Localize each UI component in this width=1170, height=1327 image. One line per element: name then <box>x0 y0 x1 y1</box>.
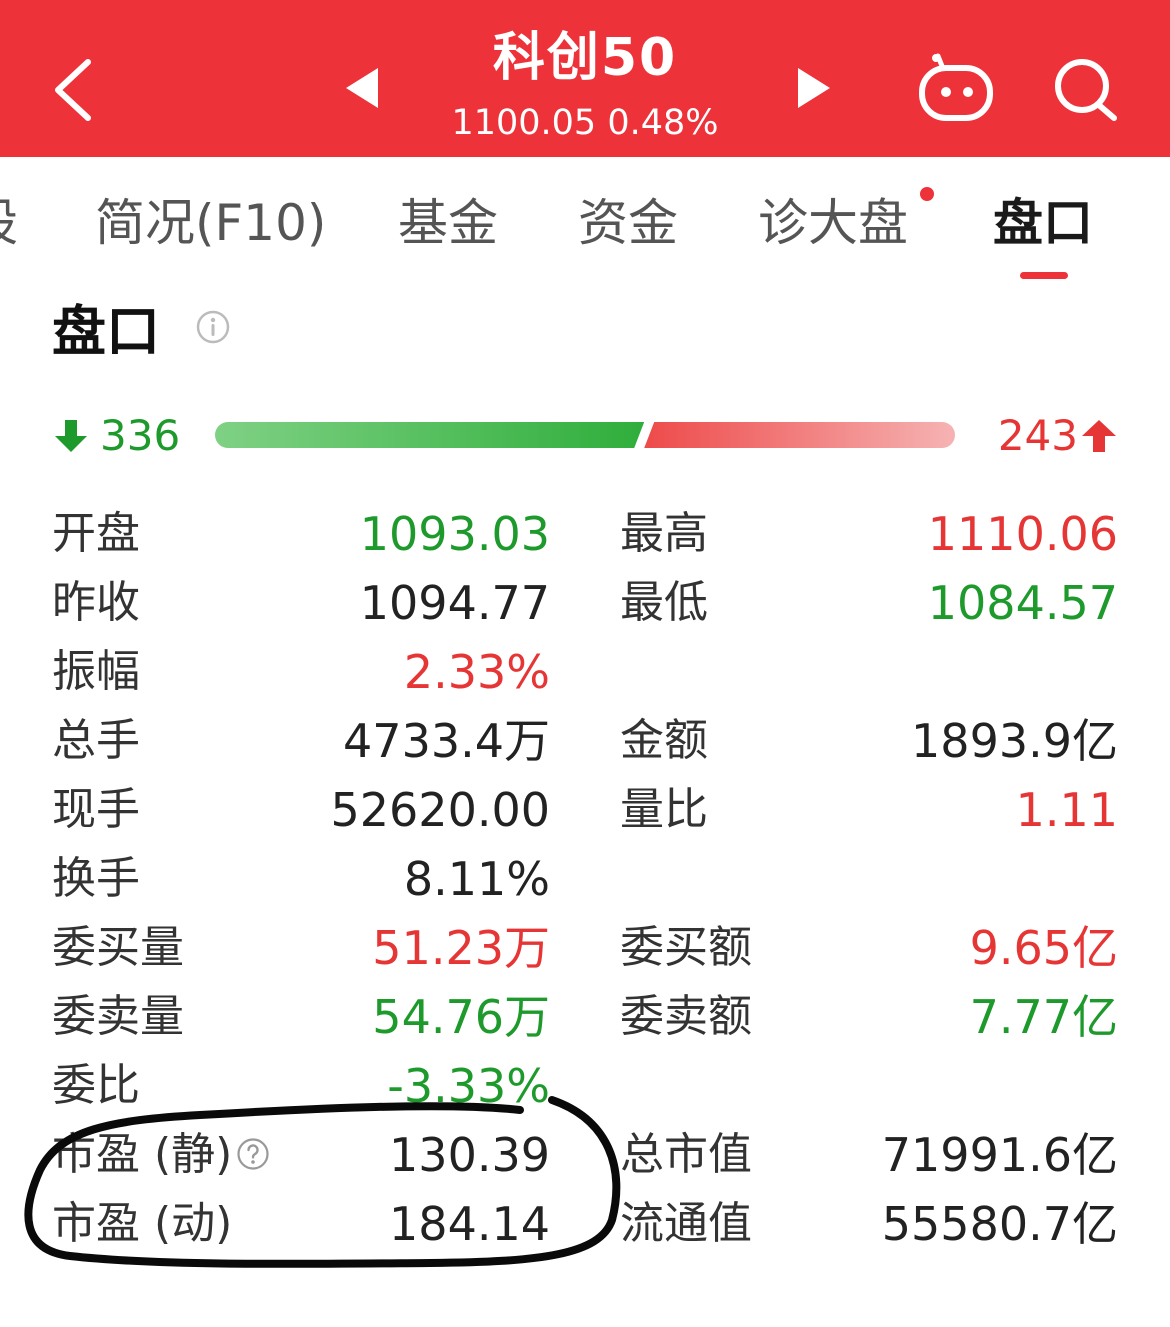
high-label: 最高 <box>620 508 708 559</box>
tab-fund[interactable]: 基金 <box>398 192 498 254</box>
quote-stats-table: 开盘 1093.03 最高 1110.06 昨收 1094.77 最低 1084… <box>0 500 1170 1259</box>
ask-volume-label: 委卖量 <box>52 991 184 1042</box>
stats-row: 市盈 (动) 184.14 流通值 55580.7亿 <box>0 1190 1170 1259</box>
prev-close-label: 昨收 <box>52 577 140 628</box>
low-value: 1084.57 <box>927 576 1118 630</box>
open-label: 开盘 <box>52 508 140 559</box>
tab-stock[interactable]: 股 <box>0 192 18 254</box>
index-price-change: 1100.05 0.48% <box>451 103 719 143</box>
market-cap-label: 总市值 <box>620 1129 752 1180</box>
float-cap-value: 55580.7亿 <box>881 1197 1118 1251</box>
order-ratio-value: -3.33% <box>387 1059 550 1113</box>
stats-row: 总手 4733.4万 金额 1893.9亿 <box>0 707 1170 776</box>
current-volume-value: 52620.00 <box>330 783 551 837</box>
search-icon[interactable] <box>1052 54 1120 126</box>
pe-static-label: 市盈 (静) <box>52 1129 233 1180</box>
current-volume-label: 现手 <box>52 784 140 835</box>
stats-row: 昨收 1094.77 最低 1084.57 <box>0 569 1170 638</box>
amplitude-value: 2.33% <box>403 645 550 699</box>
tab-capital[interactable]: 资金 <box>578 192 678 254</box>
stats-row: 开盘 1093.03 最高 1110.06 <box>0 500 1170 569</box>
market-cap-value: 71991.6亿 <box>881 1128 1118 1182</box>
robot-assistant-icon[interactable] <box>916 52 996 124</box>
section-title: 盘口 <box>52 300 160 363</box>
float-cap-label: 流通值 <box>620 1198 752 1249</box>
stats-row: 委买量 51.23万 委买额 9.65亿 <box>0 914 1170 983</box>
stats-row: 换手 8.11% <box>0 845 1170 914</box>
volume-label: 总手 <box>52 715 140 766</box>
next-index-icon[interactable] <box>790 62 838 114</box>
ask-amount-value: 7.77亿 <box>969 990 1118 1044</box>
back-arrow-icon[interactable] <box>40 50 110 130</box>
stats-row: 现手 52620.00 量比 1.11 <box>0 776 1170 845</box>
amount-value: 1893.9亿 <box>911 714 1118 768</box>
volume-ratio-label: 量比 <box>620 784 708 835</box>
stats-row: 委卖量 54.76万 委卖额 7.77亿 <box>0 983 1170 1052</box>
turnover-rate-value: 8.11% <box>403 852 550 906</box>
decliners-segment <box>215 422 645 448</box>
advance-decline-bar <box>215 422 955 448</box>
advancers-segment <box>644 422 955 448</box>
stats-row: 市盈 (静) 130.39 总市值 71991.6亿 <box>0 1121 1170 1190</box>
down-arrow-icon <box>55 420 87 452</box>
bid-amount-value: 9.65亿 <box>969 921 1118 975</box>
tab-order-book[interactable]: 盘口 <box>993 192 1093 254</box>
advancers-count: 243 <box>997 411 1078 460</box>
ask-amount-label: 委卖额 <box>620 991 752 1042</box>
app-header: 科创50 1100.05 0.48% <box>0 0 1170 157</box>
order-ratio-label: 委比 <box>52 1060 140 1111</box>
open-value: 1093.03 <box>359 507 550 561</box>
amount-label: 金额 <box>620 715 708 766</box>
bid-volume-label: 委买量 <box>52 922 184 973</box>
tab-bar: 股 简况(F10) 基金 资金 诊大盘 盘口 <box>0 157 1170 287</box>
bid-volume-value: 51.23万 <box>372 921 550 975</box>
turnover-rate-label: 换手 <box>52 853 140 904</box>
pe-dynamic-value: 184.14 <box>389 1197 550 1251</box>
tab-f10[interactable]: 简况(F10) <box>95 192 326 254</box>
up-arrow-icon <box>1082 420 1116 452</box>
stats-row: 委比 -3.33% <box>0 1052 1170 1121</box>
low-label: 最低 <box>620 577 708 628</box>
bid-amount-label: 委买额 <box>620 922 752 973</box>
pe-dynamic-label: 市盈 (动) <box>52 1198 233 1249</box>
notification-dot <box>920 187 934 201</box>
high-value: 1110.06 <box>927 507 1118 561</box>
prev-close-value: 1094.77 <box>359 576 550 630</box>
tab-diagnose-market[interactable]: 诊大盘 <box>758 192 908 254</box>
ask-volume-value: 54.76万 <box>372 990 550 1044</box>
active-tab-indicator <box>1020 272 1068 279</box>
page-title: 科创50 <box>492 28 678 88</box>
decliners-count: 336 <box>100 411 181 460</box>
pe-static-label-wrap: 市盈 (静) <box>52 1127 270 1183</box>
question-icon[interactable] <box>236 1137 270 1171</box>
previous-index-icon[interactable] <box>338 62 386 114</box>
pe-static-value: 130.39 <box>389 1128 550 1182</box>
amplitude-label: 振幅 <box>52 646 140 697</box>
volume-ratio-value: 1.11 <box>1015 783 1118 837</box>
stats-row: 振幅 2.33% <box>0 638 1170 707</box>
info-icon[interactable] <box>196 310 230 344</box>
volume-value: 4733.4万 <box>343 714 550 768</box>
